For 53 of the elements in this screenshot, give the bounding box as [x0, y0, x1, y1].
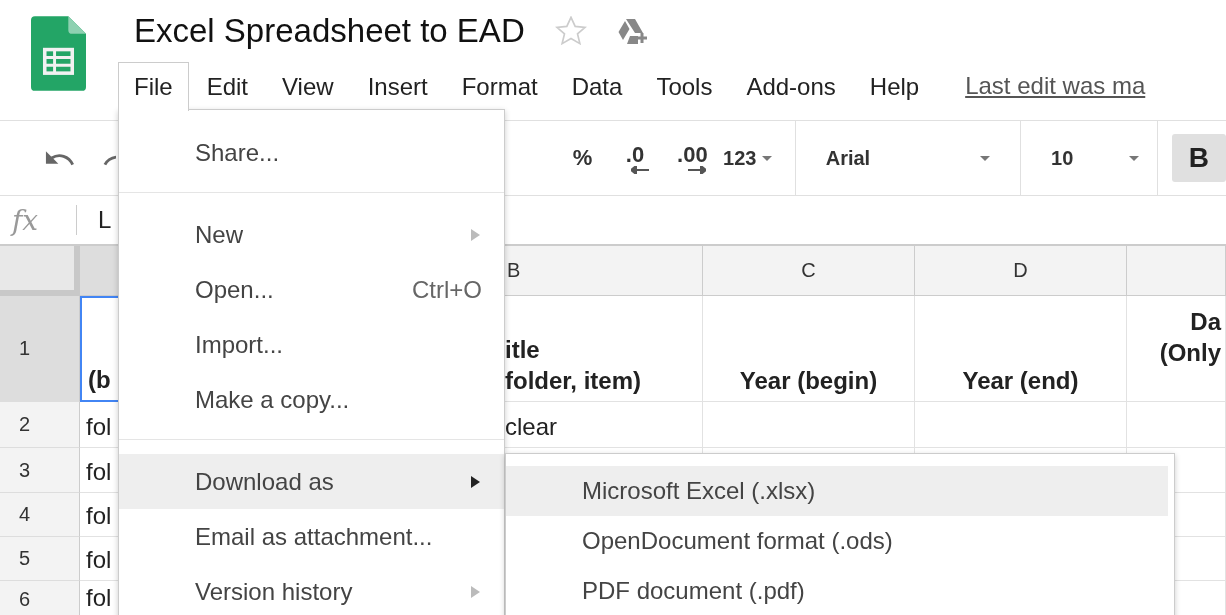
row-header[interactable]: 1 — [0, 296, 80, 402]
font-dropdown[interactable]: Arial — [795, 146, 1021, 170]
menu-entry[interactable]: Download as — [119, 454, 504, 509]
drive-add-icon[interactable] — [616, 18, 649, 44]
font-size-dropdown[interactable]: 10 — [1021, 146, 1157, 170]
menu-item[interactable]: Insert — [351, 62, 444, 110]
percent-button[interactable]: % — [558, 145, 607, 171]
menu-entry[interactable]: New — [119, 207, 504, 262]
table-cell: Year (begin) — [703, 296, 915, 402]
menu-entry[interactable]: PDF document (.pdf) — [506, 566, 1168, 615]
column-header[interactable]: D — [915, 246, 1127, 296]
menu-item[interactable]: Data — [555, 62, 639, 110]
row-header[interactable]: 3 — [0, 448, 80, 493]
menu-item[interactable]: Edit — [190, 62, 265, 110]
decrease-decimals-button[interactable]: .0 — [606, 142, 664, 174]
number-format-dropdown[interactable]: 123 — [723, 146, 795, 170]
row-header[interactable]: 6 — [0, 581, 80, 615]
column-header[interactable]: C — [703, 246, 915, 296]
menu-item[interactable]: View — [266, 62, 350, 110]
menu-item[interactable]: File — [118, 62, 189, 111]
menu-item[interactable]: Tools — [640, 62, 729, 110]
document-title[interactable]: Excel Spreadsheet to EAD — [134, 12, 525, 50]
menu-item[interactable]: Add-ons — [730, 62, 852, 110]
fx-label: fx — [12, 203, 40, 237]
table-cell: Da (Only — [1127, 296, 1226, 402]
undo-icon[interactable] — [44, 149, 75, 167]
row-header[interactable]: 5 — [0, 537, 80, 581]
menu-entry-label: Share... — [195, 138, 280, 167]
table-cell: Year (end) — [915, 296, 1127, 402]
caret-icon — [762, 155, 773, 161]
row-header[interactable]: 4 — [0, 493, 80, 537]
caret-icon — [980, 155, 991, 161]
formula-field[interactable]: L — [98, 206, 112, 234]
menu-entry-label: Import... — [195, 330, 284, 359]
row-header[interactable]: 2 — [0, 402, 80, 448]
column-header[interactable]: B — [505, 246, 703, 296]
menu-entry[interactable]: Import... — [119, 317, 504, 372]
sheets-logo-icon[interactable] — [31, 16, 86, 91]
increase-decimals-button[interactable]: .00 — [663, 142, 722, 174]
last-edit-link[interactable]: Last edit was ma — [965, 72, 1146, 100]
star-icon[interactable] — [554, 16, 587, 46]
left-arrow-icon — [631, 166, 649, 174]
bold-button[interactable]: B — [1171, 134, 1226, 182]
menu-item[interactable]: Help — [853, 62, 936, 110]
menu-entry[interactable]: Share... — [119, 125, 504, 180]
menu-entry[interactable]: OpenDocument format (.ods) — [506, 516, 1168, 566]
caret-icon — [1129, 155, 1139, 161]
menu-entry-label: New — [195, 220, 243, 249]
corner-cell[interactable] — [0, 246, 80, 296]
menu-item[interactable]: Format — [445, 62, 554, 110]
menu-entry-label: Download as — [195, 467, 334, 496]
menu-entry[interactable]: Microsoft Excel (.xlsx) — [506, 466, 1168, 516]
right-arrow-icon — [688, 166, 707, 174]
